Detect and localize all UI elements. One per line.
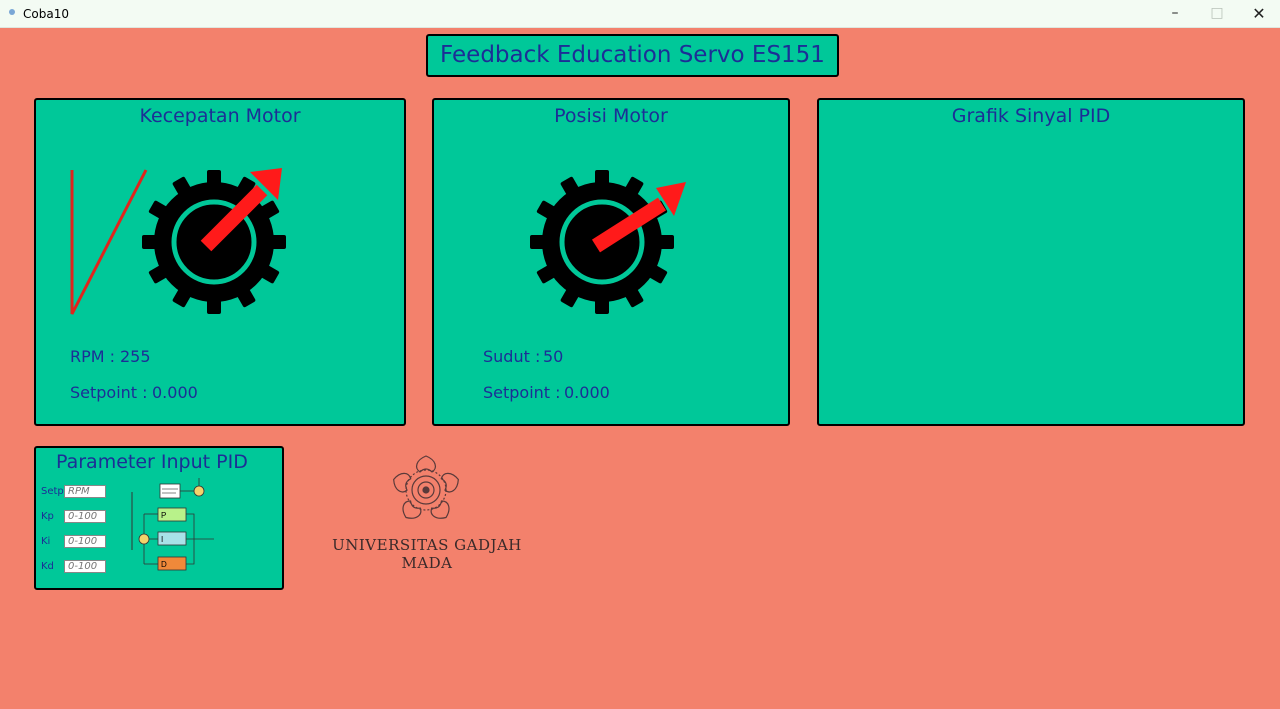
angle-value: 50 [543, 347, 564, 366]
rpm-value: 255 [120, 347, 151, 366]
plant-block [159, 483, 181, 499]
page-title: Feedback Education Servo ES151 [440, 42, 825, 68]
pid-parameter-panel: Parameter Input PID Setp Kp Ki Kd P I D [34, 446, 284, 590]
kd-label: Kd [41, 561, 54, 572]
rpm-label: RPM : [70, 347, 116, 366]
angle-label: Sudut : [483, 347, 541, 366]
speed-setpoint-label: Setpoint : [70, 383, 148, 402]
ki-label: Ki [41, 536, 51, 547]
summing-junction-top [193, 485, 205, 497]
i-block-label: I [161, 535, 163, 544]
title-bar: Coba10 – □ ✕ [0, 0, 1280, 28]
summing-junction-left [138, 533, 150, 545]
header-panel: Feedback Education Servo ES151 [426, 34, 839, 77]
kp-label: Kp [41, 511, 54, 522]
kp-input[interactable] [64, 510, 106, 523]
speed-trace-line [70, 169, 148, 315]
app-icon [9, 9, 15, 15]
position-gauge [530, 170, 686, 314]
ki-input[interactable] [64, 535, 106, 548]
speed-panel: Kecepatan Motor RPM : 255 Setpoint : 0.0… [34, 98, 406, 426]
position-setpoint-value: 0.000 [564, 383, 610, 402]
close-button[interactable]: ✕ [1238, 0, 1280, 27]
ugm-emblem-icon [393, 455, 459, 519]
ugm-logo-text: UNIVERSITAS GADJAH MADA [332, 536, 522, 572]
pid-graph-area [829, 140, 1233, 414]
speed-gauge [70, 168, 286, 315]
pid-block-diagram: P I D [131, 478, 214, 571]
speed-setpoint-value: 0.000 [152, 383, 198, 402]
minimize-button[interactable]: – [1154, 0, 1196, 27]
position-panel: Posisi Motor Sudut : 50 Setpoint : 0.000 [432, 98, 790, 426]
graph-panel-title: Grafik Sinyal PID [951, 105, 1111, 127]
p-block-label: P [161, 511, 166, 520]
graph-panel: Grafik Sinyal PID [817, 98, 1245, 426]
window-title: Coba10 [23, 7, 69, 21]
d-block-label: D [161, 560, 167, 569]
kd-input[interactable] [64, 560, 106, 573]
param-panel-title: Parameter Input PID [56, 451, 248, 473]
position-setpoint-label: Setpoint : [483, 383, 561, 402]
setpoint-param-label: Setp [41, 486, 64, 497]
ugm-logo: UNIVERSITAS GADJAH MADA [318, 452, 536, 572]
maximize-button[interactable]: □ [1196, 0, 1238, 27]
setpoint-input[interactable] [64, 485, 106, 498]
